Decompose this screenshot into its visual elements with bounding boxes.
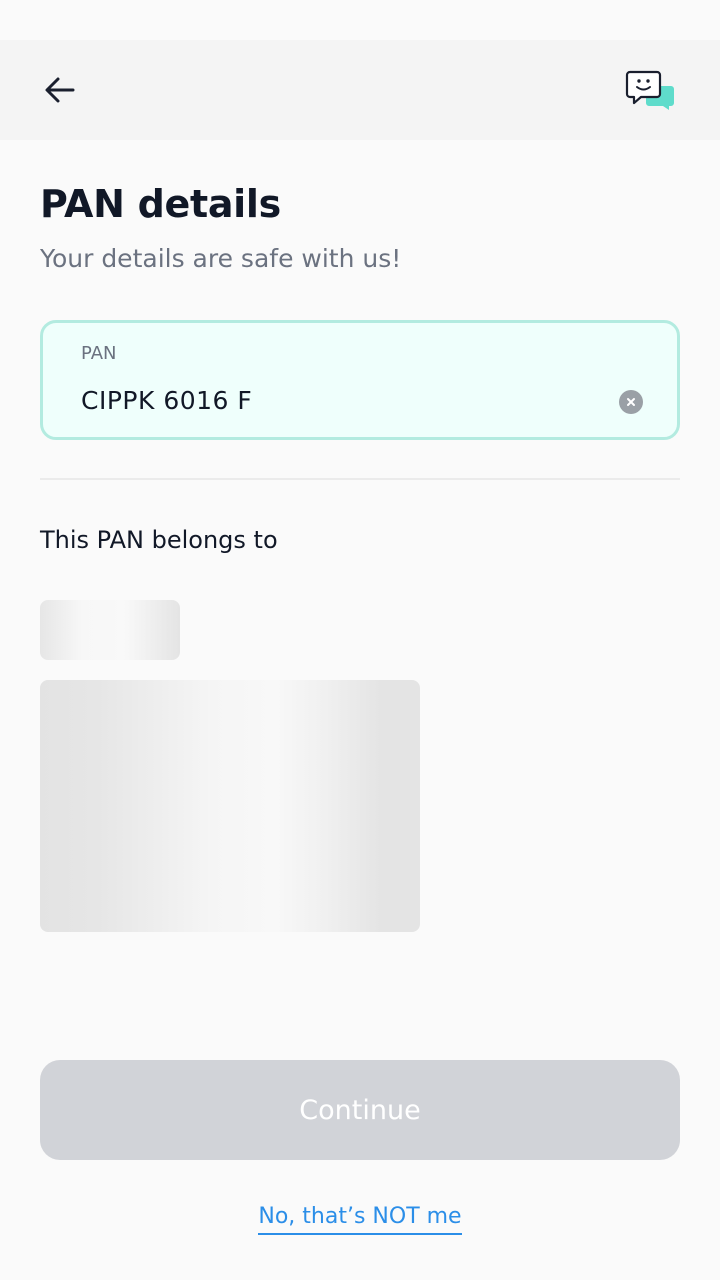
pan-field-label: PAN [81,343,117,364]
chat-support-button[interactable] [618,62,684,118]
back-button[interactable] [30,60,90,120]
not-me-link[interactable]: No, that’s NOT me [258,1204,462,1235]
pan-owner-label: This PAN belongs to [40,526,278,554]
owner-name-skeleton [40,600,180,660]
owner-details-skeleton [40,680,420,932]
chat-support-icon [625,70,674,110]
page-title: PAN details [40,182,281,226]
arrow-left-icon [45,77,75,103]
section-divider [40,478,680,480]
page-subtitle: Your details are safe with us! [40,244,402,273]
pan-input-value[interactable]: CIPPK 6016 F [81,386,252,415]
continue-button[interactable]: Continue [40,1060,680,1160]
status-bar [0,0,720,40]
top-app-bar [0,40,720,140]
clear-pan-button[interactable] [619,390,643,414]
clear-icon [627,398,635,406]
pan-input-field[interactable]: PAN CIPPK 6016 F [40,320,680,440]
not-me-link-container: No, that’s NOT me [0,1204,720,1235]
